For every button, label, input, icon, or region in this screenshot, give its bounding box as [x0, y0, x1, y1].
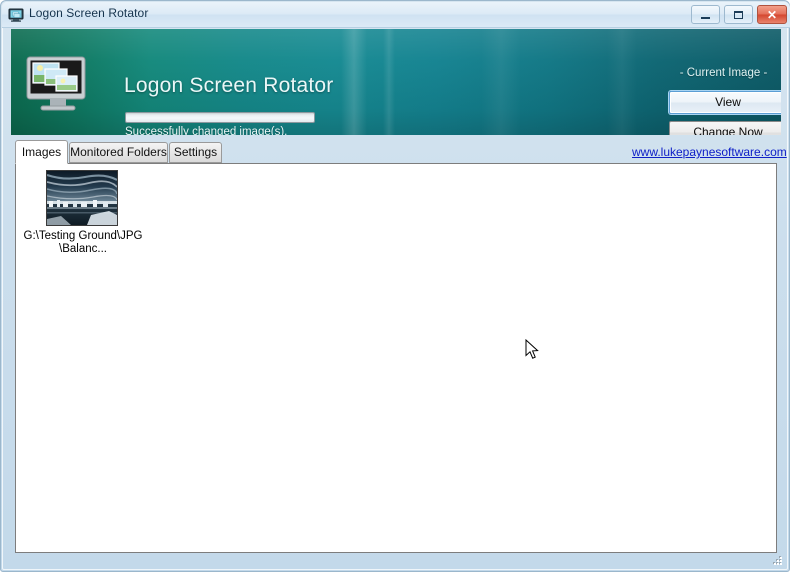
minimize-button[interactable]	[691, 5, 720, 24]
current-image-label: - Current Image -	[679, 67, 768, 79]
progress-bar	[125, 112, 315, 123]
list-item[interactable]: G:\Testing Ground\JPG\Balanc...	[22, 166, 144, 258]
close-button[interactable]: ✕	[757, 5, 787, 24]
close-icon: ✕	[766, 7, 778, 22]
images-list-panel[interactable]: G:\Testing Ground\JPG\Balanc...	[15, 163, 777, 553]
banner-light-streak	[481, 29, 521, 135]
change-now-button[interactable]: Change Now	[669, 121, 781, 135]
window-title: Logon Screen Rotator	[29, 6, 149, 20]
maximize-button[interactable]	[724, 5, 753, 24]
tab-monitored-folders[interactable]: Monitored Folders	[69, 142, 168, 163]
banner-light-streak	[341, 29, 367, 135]
tab-settings[interactable]: Settings	[169, 142, 222, 163]
application-window: Logon Screen Rotator ✕ Logon Screen Rota…	[0, 0, 790, 572]
resize-grip[interactable]	[771, 554, 785, 568]
image-thumbnail[interactable]	[46, 170, 118, 226]
status-text: Successfully changed image(s).	[125, 126, 288, 135]
banner-light-streak	[383, 29, 395, 135]
monitor-with-images-icon	[23, 55, 95, 117]
tab-images[interactable]: Images	[15, 140, 68, 164]
website-link[interactable]: www.lukepaynesoftware.com	[632, 145, 787, 159]
minimize-icon	[692, 6, 719, 23]
view-button[interactable]: View	[669, 91, 781, 114]
app-banner: Logon Screen Rotator Successfully change…	[11, 29, 781, 135]
arrow-cursor	[525, 338, 541, 363]
image-caption: G:\Testing Ground\JPG\Balanc...	[23, 230, 143, 255]
monitor-icon	[8, 7, 24, 23]
app-title: Logon Screen Rotator	[124, 74, 334, 97]
title-bar[interactable]: Logon Screen Rotator ✕	[2, 2, 790, 28]
banner-light-streak	[607, 29, 637, 135]
maximize-icon	[725, 6, 752, 23]
